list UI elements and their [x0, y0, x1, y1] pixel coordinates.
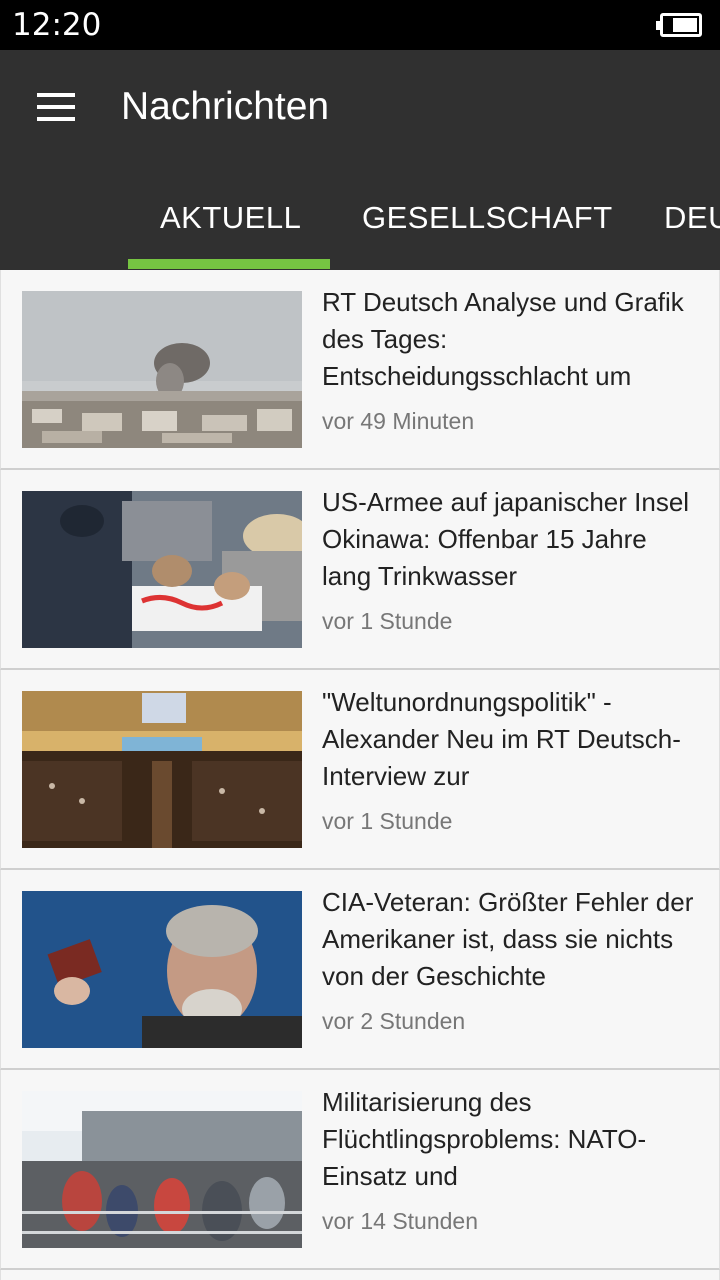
- news-item-5[interactable]: Militarisierung des Flüchtlingsproblems:…: [0, 1070, 720, 1270]
- active-tab-indicator: [128, 259, 330, 269]
- news-headline: US-Armee auf japanischer Insel Okinawa: …: [322, 487, 690, 591]
- app-bar: Nachrichten AKTUELL GESELLSCHAFT DEU: [0, 50, 720, 270]
- hamburger-menu-icon[interactable]: [37, 93, 75, 121]
- battery-icon: [656, 13, 702, 37]
- news-thumbnail: [22, 1091, 302, 1248]
- news-time: vor 14 Stunden: [322, 1208, 479, 1234]
- news-time: vor 2 Stunden: [322, 1008, 466, 1034]
- status-bar: 12:20: [0, 0, 720, 50]
- news-thumbnail: [22, 491, 302, 648]
- battery-level: [673, 18, 697, 32]
- news-thumbnail: [22, 691, 302, 848]
- news-headline: "Weltunordnungspolitik" - Alexander Neu …: [322, 687, 681, 791]
- news-item-3[interactable]: "Weltunordnungspolitik" - Alexander Neu …: [0, 670, 720, 870]
- news-item-6-partial[interactable]: [0, 1270, 720, 1280]
- news-headline: CIA-Veteran: Größter Fehler der Amerikan…: [322, 887, 694, 991]
- news-thumbnail: [22, 891, 302, 1048]
- tab-bar: AKTUELL GESELLSCHAFT DEU: [0, 190, 720, 270]
- news-time: vor 1 Stunde: [322, 608, 453, 634]
- news-item-4[interactable]: CIA-Veteran: Größter Fehler der Amerikan…: [0, 870, 720, 1070]
- news-time: vor 1 Stunde: [322, 808, 453, 834]
- news-thumbnail: [22, 291, 302, 448]
- tab-deutschland[interactable]: DEU: [664, 190, 720, 270]
- news-headline: RT Deutsch Analyse und Grafik des Tages:…: [322, 287, 684, 391]
- news-item-2[interactable]: US-Armee auf japanischer Insel Okinawa: …: [0, 470, 720, 670]
- news-item-1[interactable]: RT Deutsch Analyse und Grafik des Tages:…: [0, 270, 720, 470]
- tab-gesellschaft[interactable]: GESELLSCHAFT: [362, 190, 613, 270]
- news-time: vor 49 Minuten: [322, 408, 475, 434]
- app-title: Nachrichten: [121, 85, 330, 128]
- tab-aktuell[interactable]: AKTUELL: [160, 190, 301, 270]
- status-time: 12:20: [12, 7, 102, 43]
- news-headline: Militarisierung des Flüchtlingsproblems:…: [322, 1087, 647, 1191]
